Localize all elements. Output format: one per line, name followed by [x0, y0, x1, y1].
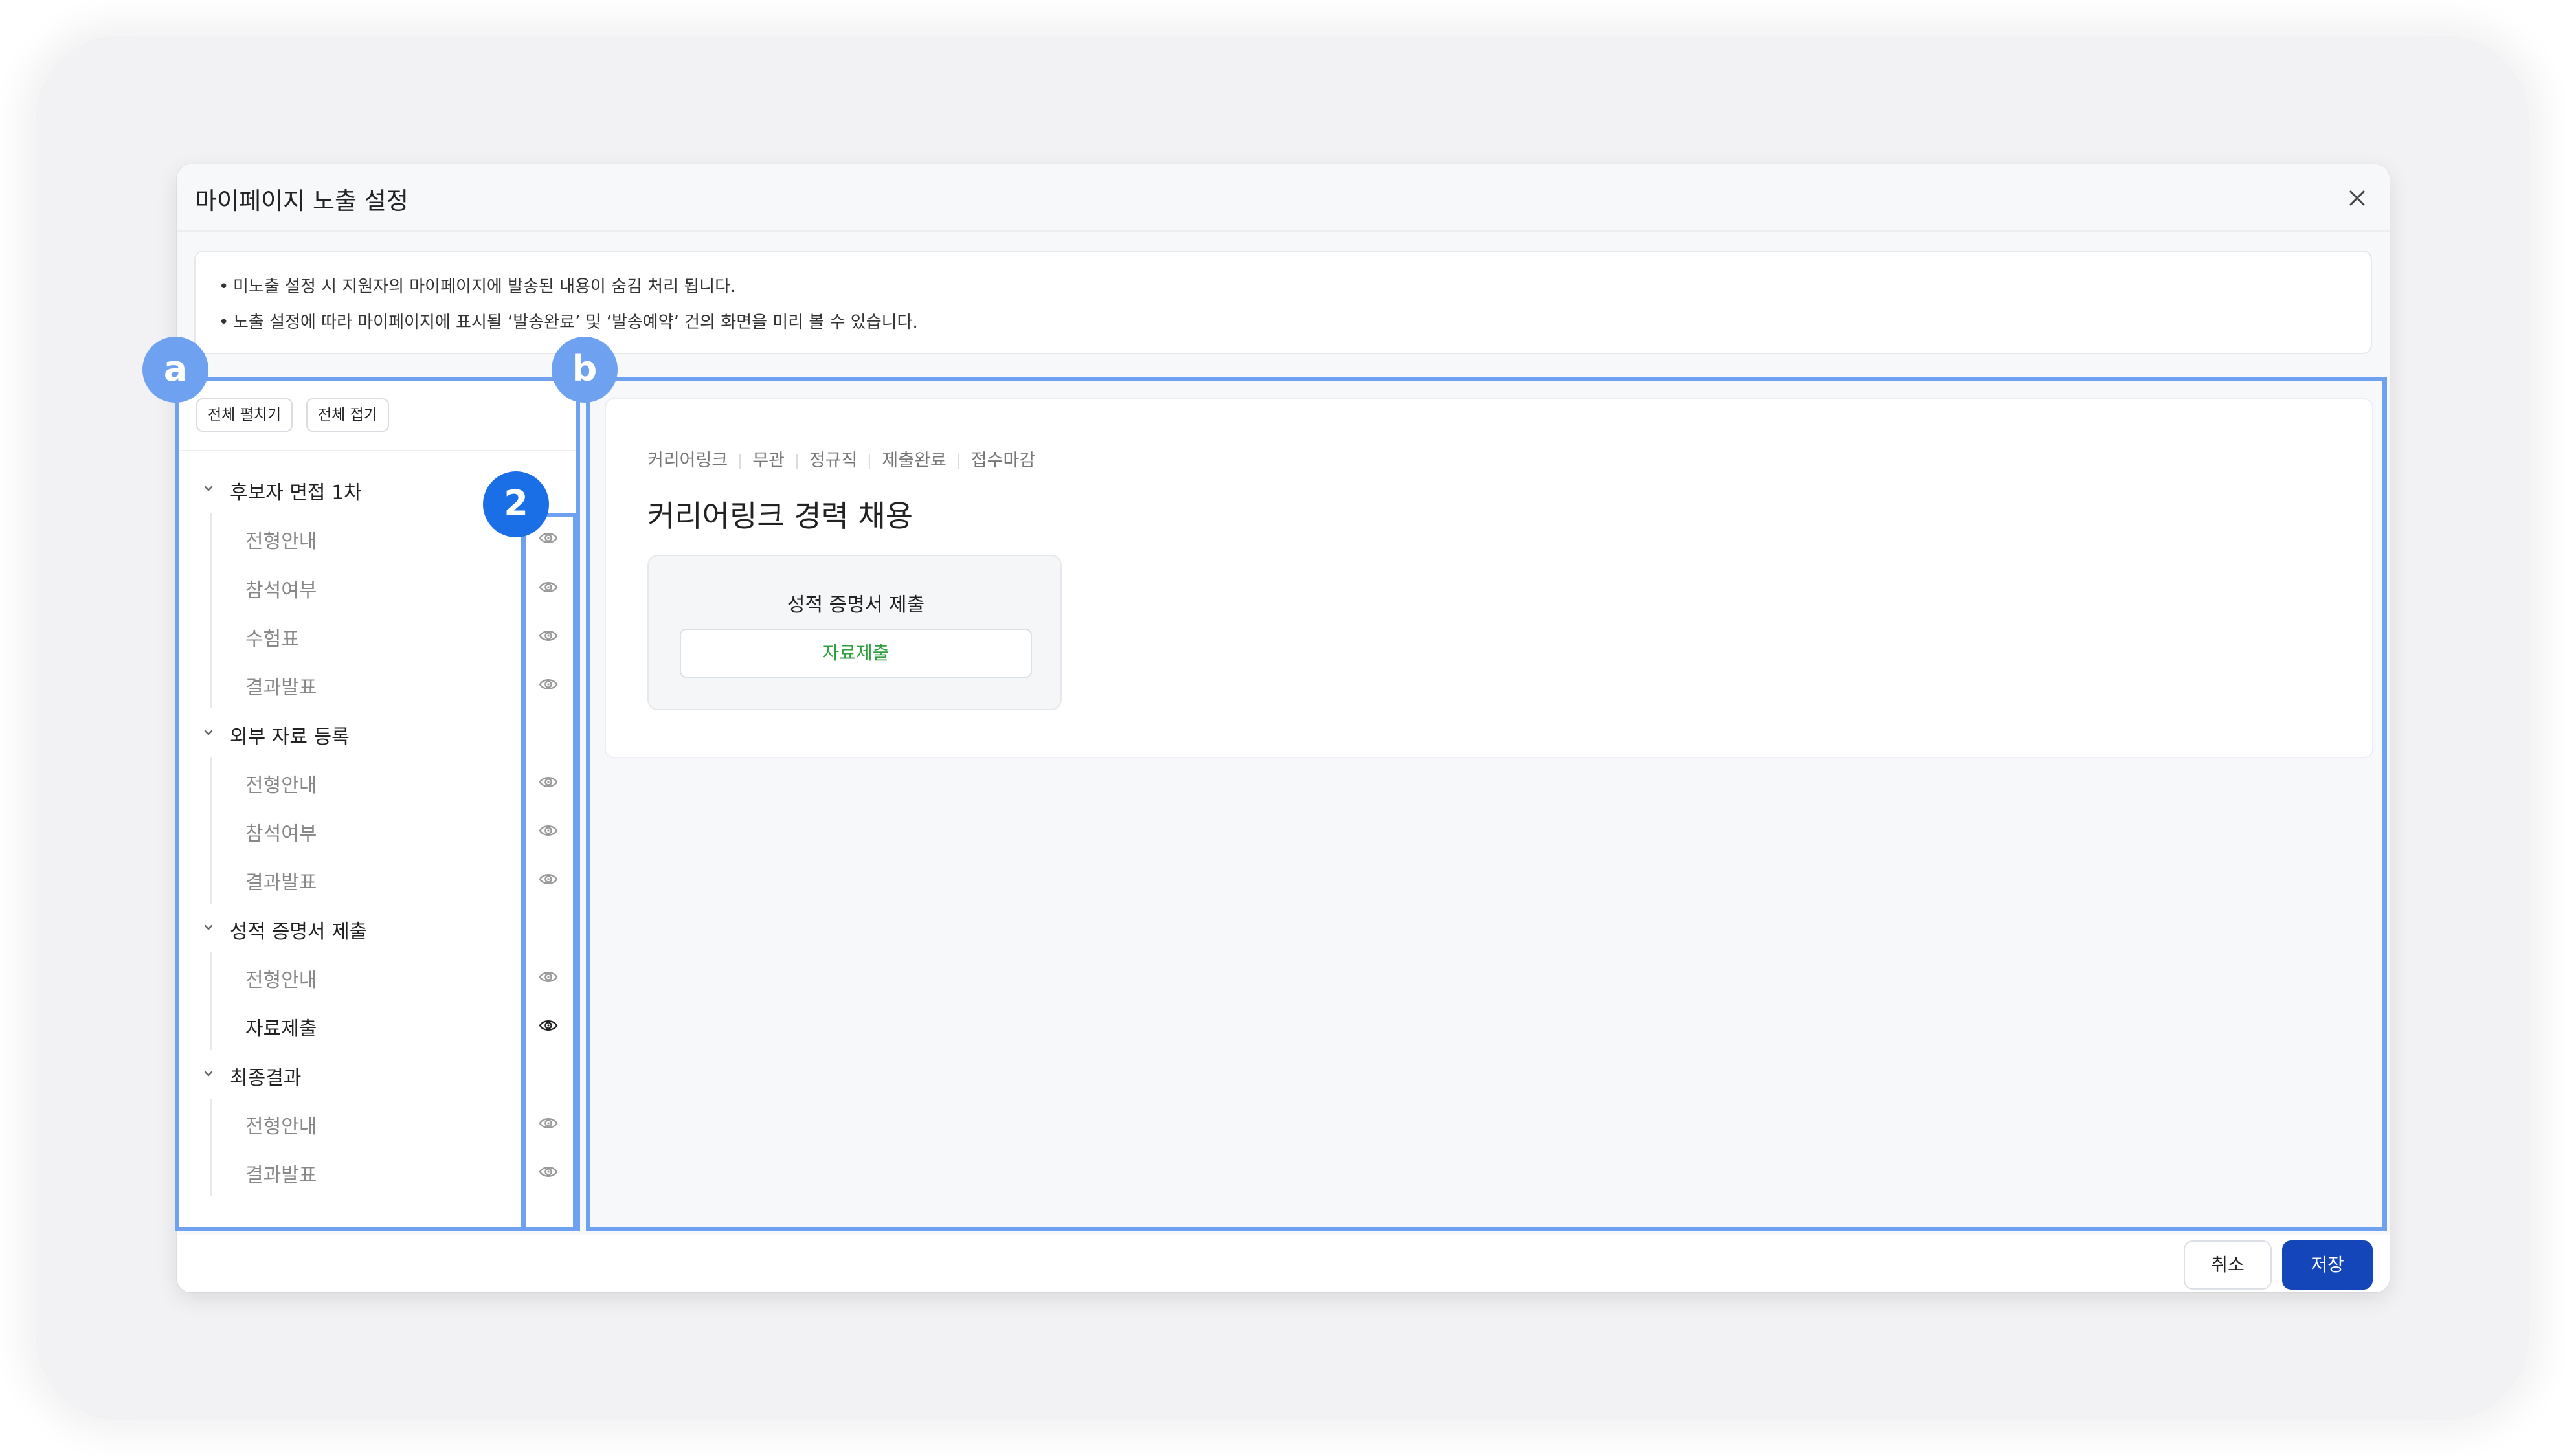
notice-box: • 미노출 설정 시 지원자의 마이페이지에 발송된 내용이 숨김 처리 됩니다.…	[194, 251, 2372, 354]
highlight-box-b	[586, 377, 2387, 1231]
annotation-badge-a: a	[142, 337, 208, 403]
notice-line: • 미노출 설정 시 지원자의 마이페이지에 발송된 내용이 숨김 처리 됩니다.	[219, 277, 736, 297]
modal-footer: 취소 저장	[177, 1235, 2390, 1292]
modal-title: 마이페이지 노출 설정	[195, 187, 409, 215]
cancel-button[interactable]: 취소	[2184, 1240, 2272, 1290]
annotation-badge-2: 2	[483, 471, 549, 537]
close-button[interactable]	[2340, 181, 2374, 215]
modal-header: 마이페이지 노출 설정	[177, 164, 2390, 232]
save-button[interactable]: 저장	[2282, 1240, 2373, 1290]
close-icon	[2349, 190, 2365, 206]
notice-line: • 노출 설정에 따라 마이페이지에 표시될 ‘발송완료’ 및 ‘발송예약’ 건의…	[219, 313, 918, 332]
annotation-badge-b: b	[552, 337, 618, 403]
highlight-box-2	[521, 513, 577, 1231]
